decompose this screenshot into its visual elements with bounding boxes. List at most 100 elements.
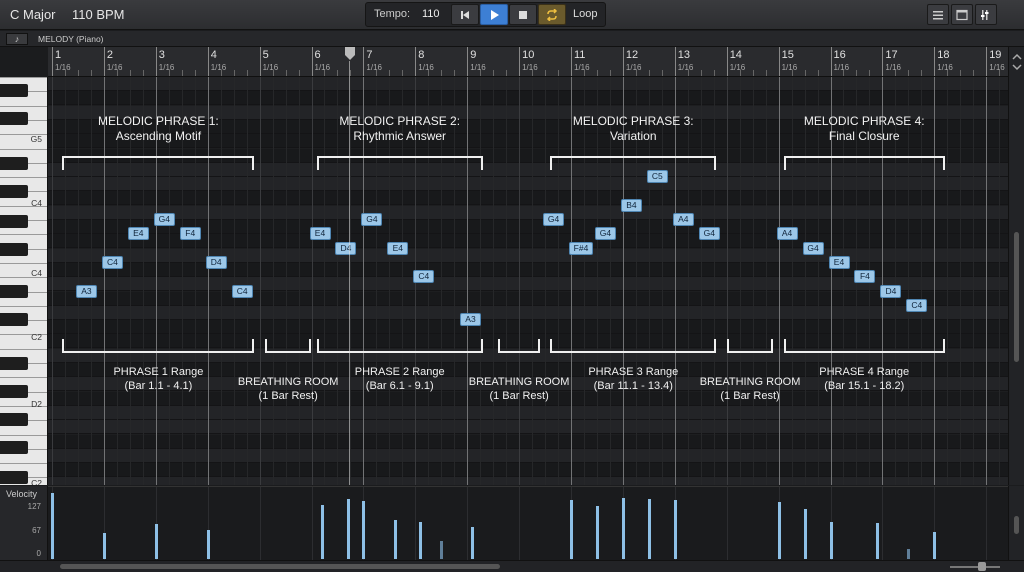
bar-tick: [726, 47, 728, 76]
black-key[interactable]: [0, 185, 28, 198]
velocity-bar[interactable]: [621, 498, 625, 559]
chevron-down-icon[interactable]: [1009, 61, 1024, 73]
loop-label[interactable]: Loop: [573, 8, 597, 20]
note-f4[interactable]: F4: [854, 270, 876, 284]
piano-roll-grid[interactable]: MELODIC PHRASE 1: Ascending Motif PHRASE 1…: [48, 77, 1008, 485]
black-key[interactable]: [0, 84, 28, 97]
velocity-bar[interactable]: [595, 506, 599, 559]
note-e4[interactable]: E4: [309, 227, 331, 241]
velocity-bar[interactable]: [102, 533, 106, 559]
vertical-scroll-thumb[interactable]: [1014, 232, 1019, 362]
velocity-bar[interactable]: [777, 502, 781, 559]
velocity-bar[interactable]: [907, 549, 911, 559]
note-lane: [48, 477, 1008, 485]
bar-subdivision: 1/16: [885, 63, 901, 72]
velocity-bar[interactable]: [673, 500, 677, 559]
horizontal-scroll-thumb[interactable]: [60, 564, 500, 569]
black-key[interactable]: [0, 413, 28, 426]
key-signature-label[interactable]: C Major: [10, 7, 56, 22]
velocity-bar[interactable]: [419, 522, 423, 559]
note-f4[interactable]: F4: [179, 227, 201, 241]
stop-button[interactable]: [509, 4, 537, 25]
velocity-bar[interactable]: [876, 523, 880, 559]
mixer-view-button[interactable]: [975, 4, 997, 25]
velocity-bar[interactable]: [51, 493, 54, 559]
bpm-label[interactable]: 110 BPM: [72, 7, 125, 22]
black-key[interactable]: [0, 357, 28, 370]
velocity-bar[interactable]: [570, 500, 573, 559]
black-key[interactable]: [0, 215, 28, 228]
note-fsharp4[interactable]: F#4: [569, 241, 593, 255]
note-c4[interactable]: C4: [231, 284, 253, 298]
velocity-bar[interactable]: [647, 499, 651, 559]
velocity-bar[interactable]: [933, 532, 937, 559]
black-key[interactable]: [0, 385, 28, 398]
note-a4[interactable]: A4: [672, 213, 694, 226]
velocity-bar[interactable]: [803, 509, 807, 559]
velocity-bar[interactable]: [829, 522, 833, 559]
note-b4[interactable]: B4: [620, 198, 642, 212]
note-g4[interactable]: G4: [543, 213, 565, 226]
timeline-ruler[interactable]: 1 1/16 2 1/16 3 1/16 4 1/16 5 1/16 6 1/16 7 1/16 8 1/16…: [48, 47, 1008, 77]
white-key-border: [0, 177, 47, 179]
horizontal-scrollbar[interactable]: [0, 560, 1024, 572]
velocity-bar[interactable]: [440, 541, 444, 559]
play-button[interactable]: [480, 4, 508, 25]
bar-subdivision: 1/16: [937, 63, 953, 72]
tempo-value[interactable]: 110: [422, 8, 440, 20]
black-key[interactable]: [0, 285, 28, 298]
black-key[interactable]: [0, 157, 28, 170]
black-key[interactable]: [0, 471, 28, 484]
velocity-bar[interactable]: [393, 520, 397, 559]
beat-tick: [246, 70, 248, 76]
note-a3[interactable]: A3: [75, 284, 97, 298]
note-c4[interactable]: C4: [101, 255, 123, 269]
note-g4[interactable]: G4: [361, 213, 383, 226]
note-g4[interactable]: G4: [594, 227, 616, 241]
note-d4[interactable]: D4: [880, 284, 902, 298]
note-a3[interactable]: A3: [460, 313, 481, 327]
beat-tick: [350, 70, 352, 76]
playhead-marker[interactable]: [344, 47, 356, 61]
velocity-bar[interactable]: [320, 505, 324, 559]
window-view-button[interactable]: [951, 4, 973, 25]
bar-number: 6: [314, 49, 321, 61]
beat-tick: [648, 70, 650, 76]
velocity-scrollbar[interactable]: [1008, 486, 1024, 560]
note-d4[interactable]: D4: [205, 255, 227, 269]
beat-tick: [194, 70, 196, 76]
note-c4[interactable]: C4: [413, 270, 435, 284]
zoom-slider-handle[interactable]: [978, 562, 986, 571]
note-g4[interactable]: G4: [153, 213, 175, 226]
bar-tick: [986, 47, 988, 76]
vertical-scrollbar[interactable]: [1008, 47, 1024, 485]
black-key[interactable]: [0, 112, 28, 125]
velocity-bar[interactable]: [154, 524, 158, 559]
beat-tick: [480, 70, 482, 76]
black-key[interactable]: [0, 441, 28, 454]
velocity-bar[interactable]: [206, 530, 210, 559]
note-g4[interactable]: G4: [802, 241, 824, 255]
loop-button[interactable]: [538, 4, 566, 25]
velocity-bar[interactable]: [471, 527, 475, 559]
note-g4[interactable]: G4: [698, 227, 720, 241]
note-d4[interactable]: D4: [335, 241, 357, 255]
velocity-scroll-thumb[interactable]: [1014, 516, 1019, 534]
velocity-lane[interactable]: [48, 486, 1008, 560]
velocity-bar[interactable]: [362, 501, 366, 559]
black-key[interactable]: [0, 243, 28, 256]
note-e4[interactable]: E4: [387, 241, 409, 255]
music-note-icon[interactable]: ♪: [6, 33, 28, 45]
note-c4[interactable]: C4: [906, 298, 928, 312]
rewind-button[interactable]: [451, 4, 479, 25]
note-e4[interactable]: E4: [828, 255, 850, 269]
note-c5[interactable]: C5: [646, 170, 668, 184]
black-key[interactable]: [0, 313, 28, 326]
piano-keyboard[interactable]: G5 C4 C4 C2 D2 C2: [0, 77, 48, 485]
note-e4[interactable]: E4: [127, 227, 149, 241]
zoom-slider[interactable]: [950, 566, 1000, 568]
list-view-button[interactable]: [927, 4, 949, 25]
velocity-bar[interactable]: [346, 499, 350, 559]
phrase-range-label: PHRASE 2 Range (Bar 6.1 - 9.1): [330, 365, 470, 393]
note-a4[interactable]: A4: [776, 227, 798, 241]
